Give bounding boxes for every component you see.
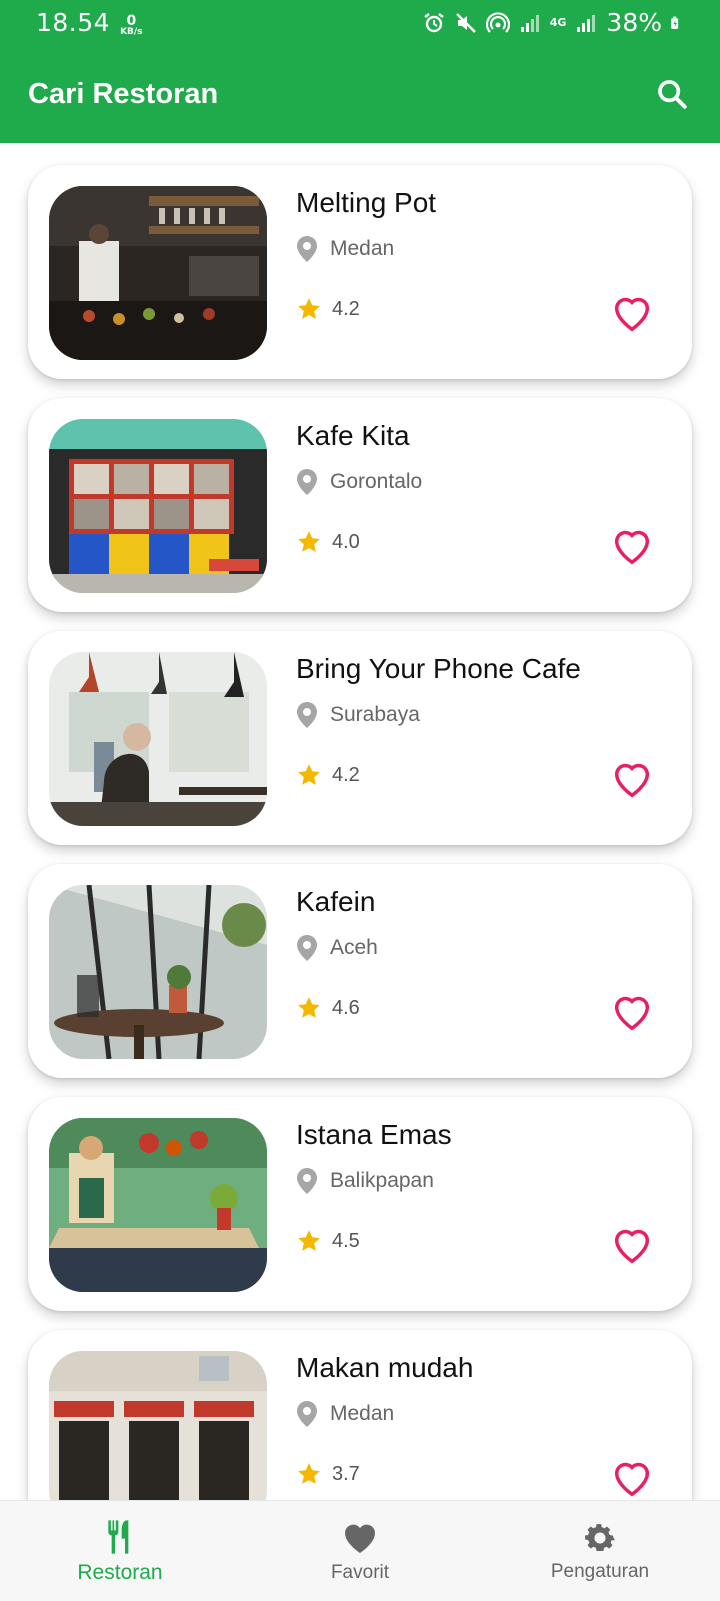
restaurant-name: Bring Your Phone Cafe [296, 653, 581, 684]
rating-row: 4.6 [296, 995, 360, 1021]
location-row: Gorontalo [296, 468, 422, 496]
nav-label-favorit: Favorit [330, 1562, 390, 1583]
location-pin-icon [297, 935, 317, 961]
signal-icon [520, 14, 539, 32]
nav-item-restoran[interactable]: Restoran [0, 1501, 240, 1601]
restaurant-name: Istana Emas [296, 1119, 452, 1150]
restaurant-name: Kafe Kita [296, 420, 410, 451]
restaurant-card[interactable]: Makan mudah Medan 3.7 [28, 1330, 692, 1500]
restaurant-city: Medan [330, 1402, 395, 1425]
star-icon [298, 298, 320, 319]
location-row: Balikpapan [296, 1167, 434, 1195]
location-row: Medan [296, 1400, 394, 1428]
network-type-label: 4G [549, 16, 567, 29]
restaurant-city: Surabaya [330, 703, 420, 726]
favorite-button[interactable] [608, 988, 656, 1034]
restaurant-rating: 4.0 [332, 530, 360, 553]
restaurant-card[interactable]: Kafe Kita Gorontalo 4.0 [28, 398, 692, 612]
heart-outline-icon [614, 1462, 650, 1497]
mute-icon [455, 12, 476, 33]
restaurant-card[interactable]: Kafein Aceh 4.6 [28, 864, 692, 1078]
location-pin-icon [297, 469, 317, 495]
app-bar: Cari Restoran [0, 45, 720, 143]
favorite-button[interactable] [608, 755, 656, 801]
nav-item-favorit[interactable]: Favorit [240, 1501, 480, 1601]
location-row: Medan [296, 235, 394, 263]
heart-outline-icon [614, 996, 650, 1031]
restaurant-city: Aceh [330, 936, 378, 959]
network-speed-unit: KB/s [120, 27, 143, 37]
status-left: 18.54 0 KB/s [36, 8, 143, 37]
restaurant-card[interactable]: Bring Your Phone Cafe Surabaya 4.2 [28, 631, 692, 845]
restaurant-image [49, 419, 267, 593]
restaurant-image [49, 1118, 267, 1292]
page-title: Cari Restoran [28, 77, 219, 110]
gear-icon [585, 1524, 615, 1551]
restaurant-icon [108, 1520, 129, 1554]
status-bar: 18.54 0 KB/s 4G 38% [0, 0, 720, 45]
restaurant-image [49, 186, 267, 360]
favorite-button[interactable] [608, 522, 656, 568]
location-pin-icon [297, 1401, 317, 1427]
star-icon [298, 1463, 320, 1484]
location-row: Surabaya [296, 701, 420, 729]
location-pin-icon [297, 236, 317, 262]
rating-row: 4.0 [296, 529, 360, 555]
restaurant-image [49, 652, 267, 826]
star-icon [298, 997, 320, 1018]
search-button[interactable] [652, 74, 692, 114]
restaurant-name: Makan mudah [296, 1352, 474, 1383]
heart-outline-icon [614, 1229, 650, 1264]
restaurant-city: Medan [330, 237, 395, 260]
bottom-navigation: Restoran Favorit Pengaturan [0, 1500, 720, 1601]
restaurant-rating: 3.7 [332, 1462, 360, 1485]
restaurant-image [49, 885, 267, 1059]
heart-outline-icon [614, 763, 650, 798]
signal-icon-2 [577, 14, 596, 32]
rating-row: 4.2 [296, 296, 360, 322]
restaurant-list[interactable]: Melting Pot Medan 4.2 Kafe Kita Gorontal… [0, 143, 720, 1500]
nav-item-pengaturan[interactable]: Pengaturan [480, 1501, 720, 1601]
restaurant-city: Balikpapan [330, 1169, 434, 1192]
status-right: 4G 38% [422, 8, 684, 37]
favorite-button[interactable] [608, 1221, 656, 1267]
hotspot-icon [485, 11, 510, 33]
star-icon [298, 531, 320, 552]
alarm-icon [424, 12, 444, 32]
restaurant-rating: 4.2 [332, 763, 360, 786]
favorite-button[interactable] [608, 289, 656, 335]
restaurant-rating: 4.5 [332, 1229, 360, 1252]
restaurant-name: Kafein [296, 886, 376, 917]
network-speed-value: 0 [126, 13, 137, 29]
restaurant-rating: 4.2 [332, 297, 360, 320]
heart-outline-icon [614, 297, 650, 332]
restaurant-rating: 4.6 [332, 996, 360, 1019]
star-icon [298, 1230, 320, 1251]
restaurant-card[interactable]: Istana Emas Balikpapan 4.5 [28, 1097, 692, 1311]
battery-charging-icon [671, 16, 679, 29]
rating-row: 3.7 [296, 1461, 360, 1487]
restaurant-name: Melting Pot [296, 187, 437, 218]
heart-outline-icon [614, 530, 650, 565]
battery-percentage: 38% [606, 8, 662, 37]
network-speed: 0 KB/s [120, 14, 142, 37]
nav-label-restoran: Restoran [77, 1561, 163, 1584]
restaurant-city: Gorontalo [330, 470, 423, 493]
heart-icon [345, 1524, 375, 1553]
restaurant-image [49, 1351, 267, 1500]
location-pin-icon [297, 702, 317, 728]
rating-row: 4.2 [296, 762, 360, 788]
nav-label-pengaturan: Pengaturan [550, 1561, 650, 1582]
search-icon [658, 80, 687, 109]
location-row: Aceh [296, 934, 378, 962]
favorite-button[interactable] [608, 1454, 656, 1500]
location-pin-icon [297, 1168, 317, 1194]
rating-row: 4.5 [296, 1228, 360, 1254]
star-icon [298, 764, 320, 785]
restaurant-card[interactable]: Melting Pot Medan 4.2 [28, 165, 692, 379]
clock: 18.54 [36, 8, 111, 37]
